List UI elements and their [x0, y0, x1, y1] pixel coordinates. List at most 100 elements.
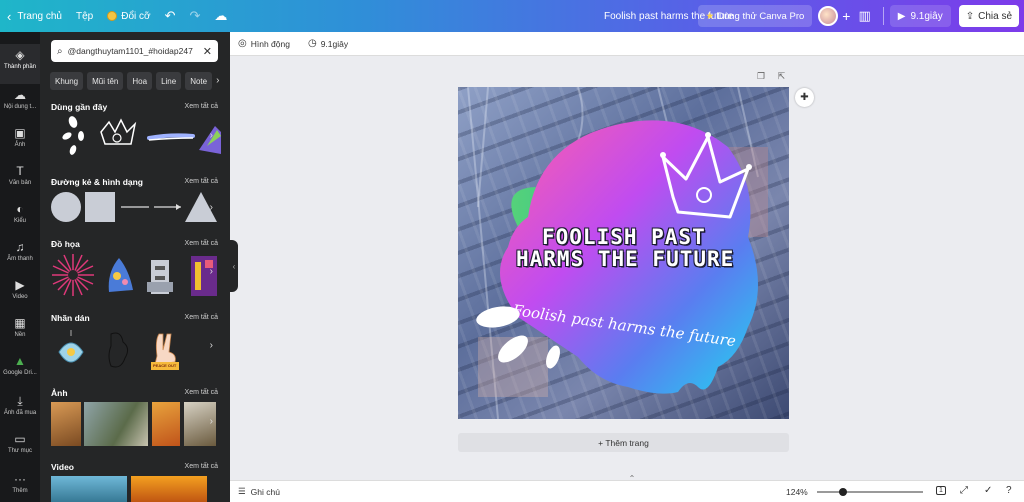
search-value: @dangthuytam1101_#hoidap247: [67, 46, 193, 56]
animate-button[interactable]: ◎ Hình động: [238, 38, 290, 49]
share-button[interactable]: ⇪ Chia sẻ: [958, 5, 1019, 27]
check-icon[interactable]: ✓: [984, 485, 992, 496]
video-thumb[interactable]: [51, 476, 127, 502]
chevron-left-icon: ‹: [7, 8, 12, 24]
share-label: Chia sẻ: [978, 10, 1012, 22]
add-member-icon[interactable]: +: [842, 8, 850, 24]
chevron-right-icon[interactable]: ›: [210, 266, 213, 277]
see-all-stickers[interactable]: Xem tất cả: [185, 314, 218, 321]
undo-button[interactable]: ↶: [158, 0, 183, 32]
video-icon: ▶: [15, 278, 25, 292]
headline-line-2[interactable]: HARMS THE FUTURE: [516, 247, 734, 271]
notes-icon: ☰: [238, 486, 246, 496]
resize-label: Đổi cỡ: [121, 10, 151, 22]
graphic-items[interactable]: [51, 252, 221, 298]
try-pro-label: Dùng thử Canva Pro: [717, 10, 805, 22]
share-icon: ⇪: [965, 10, 975, 22]
headline-line-1[interactable]: FOOLISH PAST: [542, 225, 706, 249]
shape-items[interactable]: [51, 190, 221, 226]
page-actions: ❐ ⇱: [757, 71, 785, 82]
see-all-photos[interactable]: Xem tất cả: [185, 389, 218, 396]
chevron-right-icon[interactable]: ›: [210, 416, 213, 427]
zoom-slider-handle[interactable]: [839, 488, 847, 496]
file-menu[interactable]: Tệp: [69, 0, 100, 32]
chip-line[interactable]: Line: [156, 72, 182, 90]
rail-item-google-drive[interactable]: ▲ Google Dri...: [0, 354, 40, 377]
folder-icon: ▭: [14, 432, 26, 446]
rail-item-more[interactable]: ··· Thêm: [0, 472, 40, 495]
try-pro-button[interactable]: ★ Dùng thử Canva Pro: [697, 5, 813, 27]
download-icon: ⤓: [17, 394, 23, 408]
rail-item-video[interactable]: ▶ Video: [0, 278, 40, 301]
page-count-button[interactable]: 1: [936, 486, 946, 495]
notes-label: Ghi chú: [250, 486, 280, 497]
rail-item-background[interactable]: ▦ Nền: [0, 316, 40, 339]
rail-label: Âm thanh: [7, 256, 33, 262]
home-button[interactable]: ‹ Trang chủ: [0, 0, 69, 32]
add-page-button[interactable]: + Thêm trang: [458, 433, 789, 452]
recent-items[interactable]: [51, 114, 221, 158]
insights-icon[interactable]: ▥: [858, 8, 870, 24]
see-all-recent[interactable]: Xem tất cả: [185, 103, 218, 110]
rail-item-audio[interactable]: ♫ Âm thanh: [0, 240, 40, 263]
chevron-right-icon[interactable]: ›: [216, 72, 219, 90]
resize-button[interactable]: Đổi cỡ: [100, 0, 157, 32]
upload-icon: ☁: [14, 88, 26, 102]
video-thumb[interactable]: [131, 476, 207, 502]
rail-item-uploads[interactable]: ☁ Nội dung t...: [0, 88, 40, 111]
background-icon: ▦: [14, 316, 26, 330]
chip-arrow[interactable]: Mũi tên: [87, 72, 124, 90]
notes-button[interactable]: ☰ Ghi chú: [238, 486, 280, 497]
rail-label: Google Dri...: [3, 370, 37, 376]
rail-item-elements[interactable]: ◈ Thành phần: [0, 44, 40, 84]
add-page-icon[interactable]: ⇱: [778, 71, 786, 81]
chip-note[interactable]: Note: [185, 72, 213, 90]
redo-button[interactable]: ↷: [182, 0, 207, 32]
photo-thumb[interactable]: [51, 402, 81, 446]
comment-button[interactable]: ✚: [795, 88, 814, 107]
present-button[interactable]: ▶ 9.1giây: [889, 5, 951, 27]
bottom-bar: ☰ Ghi chú 124% 1 ⤢ ✓ ?: [230, 480, 1024, 502]
music-icon: ♫: [15, 240, 25, 254]
home-label: Trang chủ: [17, 10, 62, 22]
rail-item-text[interactable]: T Văn bản: [0, 164, 40, 187]
duplicate-page-icon[interactable]: ❐: [757, 71, 765, 81]
collapse-panel-handle[interactable]: ‹: [230, 240, 238, 292]
zoom-slider[interactable]: [817, 491, 923, 493]
animate-icon: ◎: [238, 38, 247, 49]
duration-button[interactable]: ◷ 9.1giây: [308, 38, 348, 49]
fullscreen-icon[interactable]: ⤢: [960, 485, 968, 496]
rail-label: Ảnh: [14, 142, 26, 148]
zoom-value[interactable]: 124%: [786, 487, 808, 497]
help-icon[interactable]: ?: [1006, 485, 1012, 496]
section-graphics-title: Đồ họa: [51, 239, 80, 249]
clear-search-icon[interactable]: ✕: [203, 45, 212, 58]
rail-label: Kiểu: [13, 218, 26, 224]
see-all-videos[interactable]: Xem tất cả: [185, 463, 218, 470]
rail-label: Video: [12, 294, 28, 300]
rail-item-purchased[interactable]: ⤓ Ảnh đã mua: [0, 394, 40, 417]
search-input[interactable]: ⌕ @dangthuytam1101_#hoidap247 ✕: [51, 40, 218, 62]
cloud-save-button[interactable]: ☁: [207, 0, 234, 32]
chip-flower[interactable]: Hoa: [127, 72, 153, 90]
chevron-right-icon[interactable]: ›: [210, 340, 213, 351]
photo-thumb[interactable]: [84, 402, 148, 446]
chip-frame[interactable]: Khung: [50, 72, 84, 90]
section-recent-title: Dùng gần đây: [51, 102, 108, 112]
design-page[interactable]: FOOLISH PAST HARMS THE FUTURE Foolish pa…: [458, 87, 789, 419]
chevron-right-icon[interactable]: ›: [210, 202, 213, 213]
see-all-lines[interactable]: Xem tất cả: [185, 178, 218, 185]
rail-item-photos[interactable]: ▣ Ảnh: [0, 126, 40, 149]
more-icon: ···: [14, 472, 26, 486]
rail-label: Thành phần: [3, 64, 37, 70]
rail-label: Ảnh đã mua: [3, 410, 37, 416]
see-all-graphics[interactable]: Xem tất cả: [185, 240, 218, 247]
photo-thumb[interactable]: [152, 402, 180, 446]
divider: [882, 7, 884, 25]
rail-item-styles[interactable]: ◐ Kiểu: [0, 202, 40, 225]
avatar[interactable]: [818, 6, 839, 26]
videos-row: [51, 476, 221, 502]
chevron-right-icon[interactable]: ›: [210, 130, 213, 141]
rail-item-folders[interactable]: ▭ Thư mục: [0, 432, 40, 455]
recent-row: ›: [51, 114, 221, 158]
